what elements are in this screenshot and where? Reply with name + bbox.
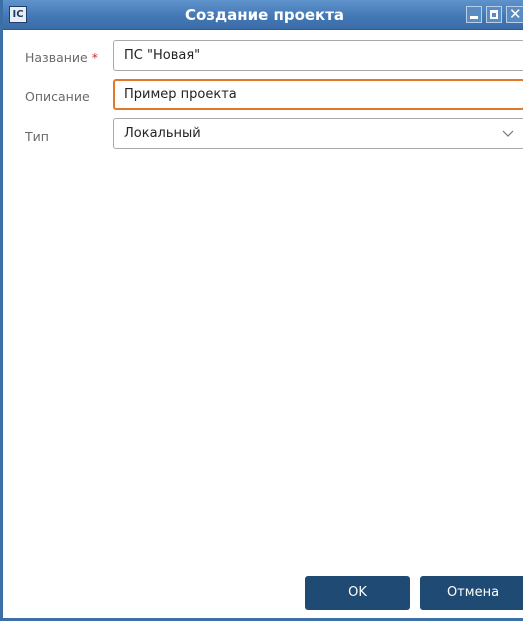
- description-input[interactable]: Пример проекта: [113, 79, 523, 110]
- minimize-icon[interactable]: [466, 6, 482, 23]
- type-label-text: Тип: [25, 129, 49, 144]
- chevron-down-icon[interactable]: [502, 127, 514, 139]
- window-title: Создание проекта: [184, 6, 345, 24]
- description-input-value: Пример проекта: [124, 87, 237, 102]
- type-select[interactable]: Локальный: [113, 118, 523, 149]
- maximize-icon[interactable]: [486, 6, 502, 23]
- name-label-text: Название: [25, 50, 88, 65]
- name-input-value: ПС "Новая": [124, 48, 201, 63]
- name-label: Название *: [25, 50, 98, 65]
- type-select-value: Локальный: [124, 126, 201, 141]
- type-label: Тип: [25, 129, 49, 144]
- description-label-text: Описание: [25, 89, 90, 104]
- ok-button[interactable]: OK: [305, 576, 410, 610]
- close-icon[interactable]: ✕: [506, 6, 523, 23]
- dialog-window: IC Создание проекта ✕ Название * ПС "Нова…: [0, 0, 523, 621]
- required-mark: *: [91, 50, 98, 65]
- title-bar[interactable]: IC Создание проекта ✕: [3, 0, 523, 30]
- description-label: Описание: [25, 89, 90, 104]
- name-input[interactable]: ПС "Новая": [113, 40, 523, 71]
- cancel-button[interactable]: Отмена: [420, 576, 523, 610]
